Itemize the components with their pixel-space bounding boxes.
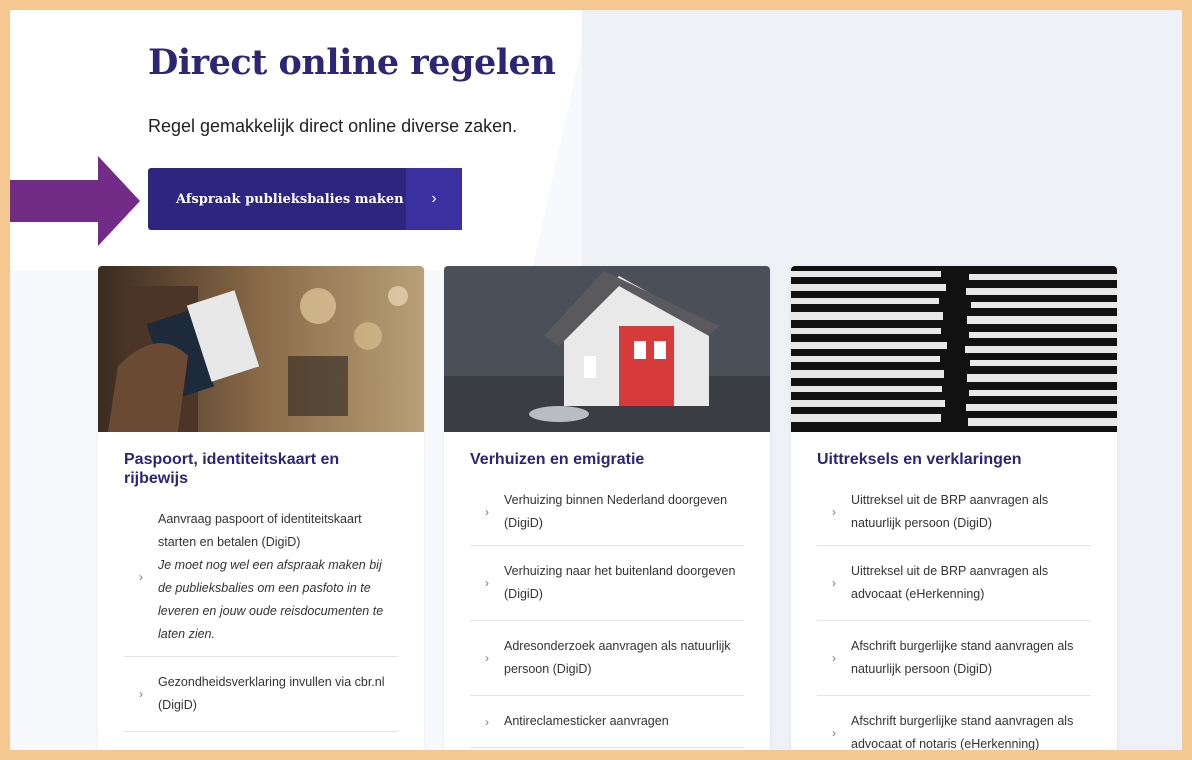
item-label: Adresonderzoek aanvragen als natuurlijk … [504,639,731,676]
list-item[interactable]: › Antireclamesticker aanvragen [470,696,744,748]
appointment-button-label: Afspraak publieksbalies maken [176,191,404,207]
item-label: Antireclamesticker aanvragen [504,714,669,728]
chevron-right-icon: › [485,505,489,519]
item-label: Gezondheidsverklaring invullen via cbr.n… [158,675,385,712]
card-title: Paspoort, identiteitskaart en rijbewijs [124,451,340,487]
list-item[interactable]: › Adresonderzoek aanvragen als natuurlij… [470,621,744,696]
list-item[interactable]: › Verhuizing naar het buitenland doorgev… [470,546,744,621]
chevron-right-icon: › [832,505,836,519]
card-title: Uittreksels en verklaringen [817,451,1022,468]
chevron-right-icon: › [406,168,462,230]
house-model-image [444,266,770,432]
chevron-right-icon: › [485,714,489,729]
item-note: Je moet nog wel een afspraak maken bij d… [158,558,384,641]
item-label: Uittreksel uit de BRP aanvragen als advo… [851,564,1049,601]
list-item[interactable]: › Verhuizing binnen Nederland doorgeven … [470,479,744,546]
item-label: Verhuizing binnen Nederland doorgeven (D… [504,493,728,530]
card-extracts: Uittreksels en verklaringen › Uittreksel… [791,266,1117,750]
list-item[interactable]: › Gezondheidsverklaring invullen via cbr… [124,657,398,732]
list-item[interactable]: › Afschrift burgerlijke stand aanvragen … [817,621,1091,696]
card-moving: Verhuizen en emigratie › Verhuizing binn… [444,266,770,750]
chevron-right-icon: › [832,576,836,590]
item-label: Verhuizing naar het buitenland doorgeven… [504,564,736,601]
page-title: Direct online regelen [148,42,556,83]
arrow-annotation-icon [10,156,140,246]
page-subtitle: Regel gemakkelijk direct online diverse … [148,116,518,136]
list-item[interactable]: › Afschrift burgerlijke stand aanvragen … [817,696,1091,750]
card-title: Verhuizen en emigratie [470,451,645,468]
list-item[interactable]: › Uittreksel uit de BRP aanvragen als ad… [817,546,1091,621]
chevron-right-icon: › [832,726,836,740]
list-item[interactable]: › Aanvraag paspoort of identiteitskaart … [124,498,398,657]
item-label: Afschrift burgerlijke stand aanvragen al… [851,639,1074,676]
item-label: Aanvraag paspoort of identiteitskaart st… [158,512,362,549]
paper-stacks-image [791,266,1117,432]
list-item[interactable]: › Uittreksel uit de BRP aanvragen als na… [817,479,1091,546]
passport-travel-image [98,266,424,432]
page-frame: Direct online regelen Regel gemakkelijk … [10,10,1182,750]
chevron-right-icon: › [485,576,489,590]
appointment-button[interactable]: Afspraak publieksbalies maken › [148,168,462,230]
chevron-right-icon: › [485,651,489,665]
card-passport: Paspoort, identiteitskaart en rijbewijs … [98,266,424,750]
chevron-right-icon: › [139,570,143,584]
item-label: Afschrift burgerlijke stand aanvragen al… [851,714,1074,750]
chevron-right-icon: › [832,651,836,665]
chevron-right-icon: › [139,687,143,701]
item-label: Uittreksel uit de BRP aanvragen als natu… [851,493,1049,530]
